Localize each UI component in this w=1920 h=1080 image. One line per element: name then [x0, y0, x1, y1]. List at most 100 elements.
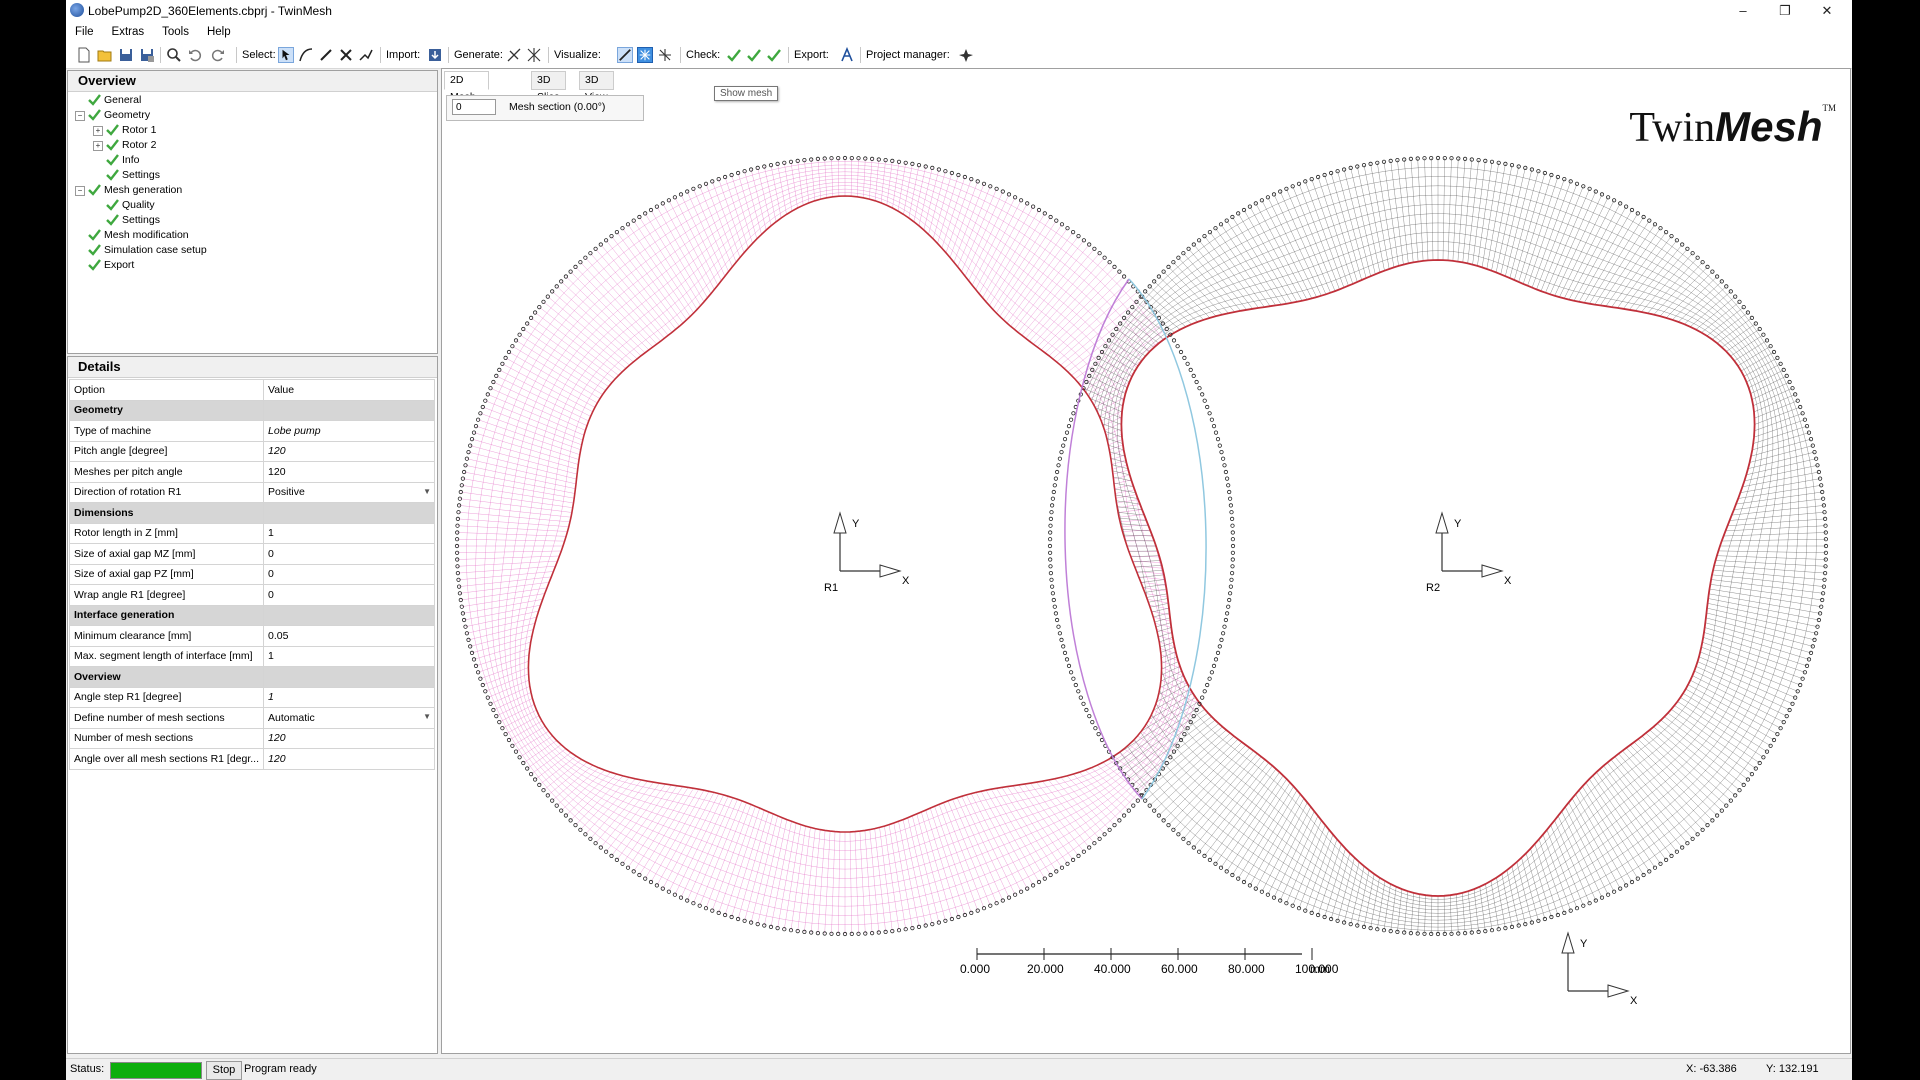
- check-geometry-icon[interactable]: [726, 47, 742, 63]
- tree-item[interactable]: Info: [106, 153, 140, 167]
- mesh-section-label: Mesh section (0.00°): [509, 101, 606, 113]
- housing-node: [1503, 161, 1508, 167]
- value-cell[interactable]: 0: [263, 543, 435, 565]
- value-cell[interactable]: 120: [263, 748, 435, 770]
- value-cell[interactable]: 120: [263, 461, 435, 483]
- generate-mesh-icon[interactable]: [506, 47, 522, 63]
- tree-item[interactable]: Settings: [106, 213, 160, 227]
- housing-node: [1309, 910, 1314, 916]
- tree-item[interactable]: Mesh modification: [88, 228, 189, 242]
- import-icon[interactable]: [427, 47, 443, 63]
- redo-icon[interactable]: [210, 47, 226, 63]
- details-group-row: Dimensions: [68, 502, 435, 524]
- show-quality-icon[interactable]: [657, 47, 673, 63]
- housing-node: [1793, 392, 1798, 397]
- housing-node: [1624, 204, 1629, 209]
- housing-node: [660, 886, 665, 891]
- menu-help[interactable]: Help: [198, 22, 240, 42]
- generate-all-icon[interactable]: [526, 47, 542, 63]
- tab-2d-mesh-section[interactable]: 2D Mesh section: [444, 71, 490, 120]
- housing-node: [742, 918, 747, 923]
- tree-item[interactable]: General: [88, 93, 141, 107]
- tree-item[interactable]: Settings: [106, 168, 160, 182]
- housing-node: [1290, 903, 1295, 908]
- stop-button[interactable]: Stop: [206, 1061, 242, 1080]
- select-label: Select:: [242, 49, 276, 61]
- option-cell: Rotor length in Z [mm]: [68, 522, 265, 544]
- tree-item-label: Quality: [122, 199, 155, 211]
- value-cell[interactable]: Automatic ▼: [263, 707, 435, 729]
- housing-node: [1761, 332, 1766, 337]
- select-pointer-icon[interactable]: [278, 47, 294, 63]
- value-cell[interactable]: 120: [263, 440, 435, 462]
- check-quality-icon[interactable]: [766, 47, 782, 63]
- open-folder-icon[interactable]: [97, 47, 113, 63]
- housing-node: [1236, 211, 1241, 216]
- housing-node: [1810, 443, 1815, 448]
- app-icon: [70, 3, 84, 17]
- tree-item[interactable]: Rotor 2: [106, 138, 156, 152]
- value-cell[interactable]: 0: [263, 584, 435, 606]
- axis-lines: [1567, 939, 1622, 992]
- mesh-canvas[interactable]: YXR1YXR2YX0.000 20.000 40.000 60.000 80.000 1…: [442, 69, 1850, 1053]
- housing-node: [1808, 436, 1814, 442]
- select-edge-icon[interactable]: [318, 47, 334, 63]
- new-file-icon[interactable]: [76, 47, 92, 63]
- tree-expander[interactable]: −: [75, 111, 85, 121]
- tree-expander[interactable]: +: [93, 141, 103, 151]
- tab-3d-view[interactable]: 3D View: [579, 71, 614, 103]
- tree-item[interactable]: Quality: [106, 198, 155, 212]
- value-cell[interactable]: 0.05: [263, 625, 435, 647]
- tree-item[interactable]: Export: [88, 258, 134, 272]
- chevron-down-icon[interactable]: ▼: [423, 487, 431, 496]
- housing-node: [1542, 170, 1548, 176]
- show-mesh-icon[interactable]: [637, 47, 653, 63]
- tree-expander[interactable]: −: [75, 186, 85, 196]
- check-mesh-icon[interactable]: [746, 47, 762, 63]
- menu-extras[interactable]: Extras: [103, 22, 154, 42]
- undo-icon[interactable]: [187, 47, 203, 63]
- restore-button[interactable]: ❐: [1764, 0, 1806, 22]
- select-curve-icon[interactable]: [298, 47, 314, 63]
- value-cell[interactable]: Lobe pump: [263, 420, 435, 442]
- cursor-x-coordinate: X: -63.386: [1686, 1063, 1737, 1075]
- tree-item-label: Mesh generation: [104, 184, 183, 196]
- save-icon[interactable]: [118, 47, 134, 63]
- tree-item[interactable]: Simulation case setup: [88, 243, 207, 257]
- value-cell[interactable]: 0: [263, 563, 435, 585]
- housing-node: [473, 423, 479, 429]
- select-node-icon[interactable]: [338, 47, 354, 63]
- tree-item[interactable]: Geometry: [88, 108, 150, 122]
- save-as-icon[interactable]: [139, 47, 155, 63]
- menu-tools[interactable]: Tools: [153, 22, 198, 42]
- table-row: Meshes per pitch angle 120: [68, 461, 435, 483]
- value-cell[interactable]: 1: [263, 522, 435, 544]
- housing-node: [1764, 338, 1770, 343]
- zoom-icon[interactable]: [166, 47, 182, 63]
- toolbar: Select: Import: Generate: Visualize: Che…: [66, 42, 1852, 69]
- minimize-button[interactable]: –: [1722, 0, 1764, 22]
- menu-file[interactable]: File: [66, 22, 103, 42]
- mesh-section-spinner[interactable]: 0: [452, 99, 496, 115]
- tree-item[interactable]: Rotor 1: [106, 123, 156, 137]
- housing-node: [1134, 299, 1139, 304]
- value-cell[interactable]: 120: [263, 727, 435, 749]
- rotor2-profile: [1120, 259, 1756, 897]
- value-cell[interactable]: 1: [263, 686, 435, 708]
- tree-expander[interactable]: +: [93, 126, 103, 136]
- tree-item[interactable]: Mesh generation: [88, 183, 182, 197]
- select-path-icon[interactable]: [358, 47, 374, 63]
- export-icon[interactable]: [839, 47, 855, 63]
- group-spacer: [263, 604, 435, 626]
- value-cell[interactable]: Positive ▼: [263, 481, 435, 503]
- tab-3d-slice[interactable]: 3D Slice: [531, 71, 566, 103]
- show-geometry-icon[interactable]: [617, 47, 633, 63]
- close-button[interactable]: ✕: [1806, 0, 1848, 22]
- chevron-down-icon[interactable]: ▼: [423, 712, 431, 721]
- table-row: Angle over all mesh sections R1 [degr...…: [68, 748, 435, 770]
- housing-node: [1278, 898, 1283, 903]
- project-manager-icon[interactable]: [958, 47, 974, 63]
- housing-node: [1606, 195, 1611, 200]
- value-cell[interactable]: 1: [263, 645, 435, 667]
- housing-node: [1710, 818, 1715, 823]
